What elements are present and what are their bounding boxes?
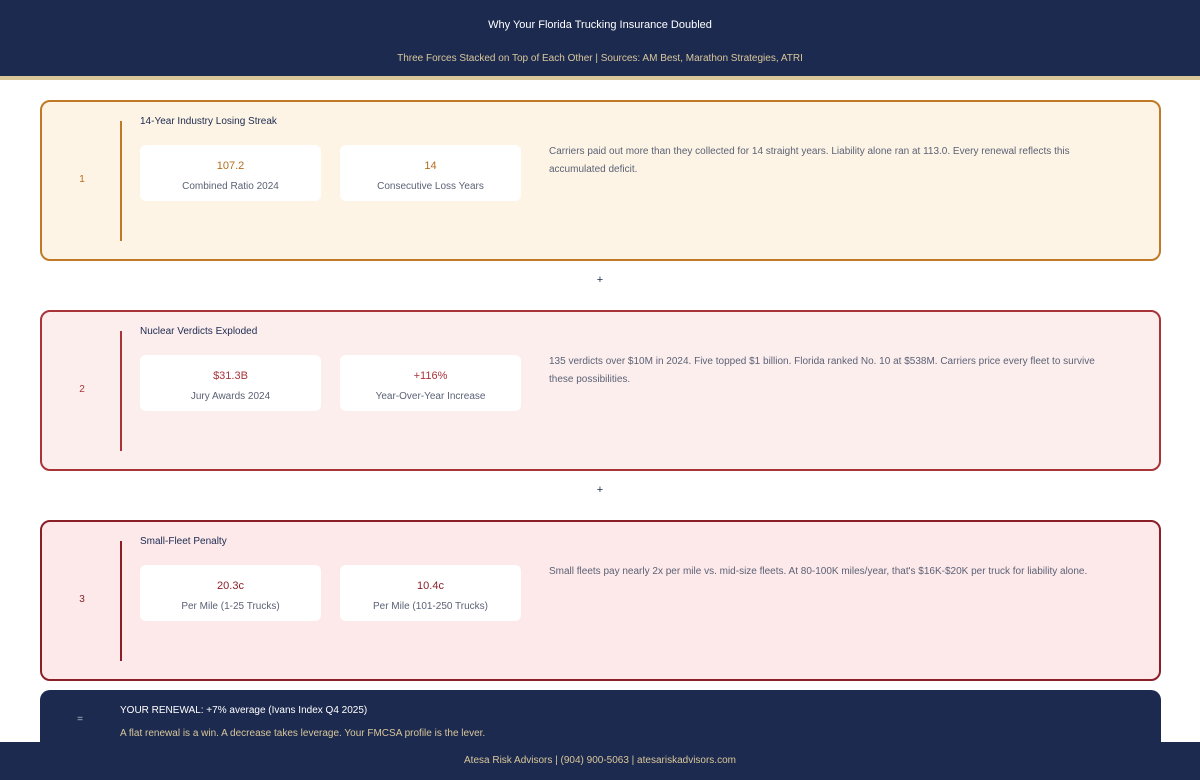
page-subtitle: Three Forces Stacked on Top of Each Othe… (397, 53, 803, 64)
page-header: Why Your Florida Trucking Insurance Doub… (0, 0, 1200, 80)
stat-box: 20.3c Per Mile (1-25 Trucks) (140, 565, 321, 621)
card-number: 1 (79, 174, 85, 185)
stat-value: 10.4c (417, 580, 444, 592)
card-description: Small fleets pay nearly 2x per mile vs. … (549, 566, 1088, 577)
stat-label: Per Mile (101-250 Trucks) (372, 601, 489, 612)
stat-value: 20.3c (217, 580, 244, 592)
card-accent-bar (120, 331, 122, 451)
card-number: 3 (79, 594, 85, 605)
card-accent-bar (120, 541, 122, 661)
force-card-nuclear-verdicts: 2 Nuclear Verdicts Exploded $31.3B Jury … (40, 310, 1161, 471)
stat-label: Combined Ratio 2024 (182, 181, 279, 192)
stat-value: $31.3B (213, 370, 248, 382)
card-title: Nuclear Verdicts Exploded (140, 326, 258, 337)
force-card-small-fleet-penalty: 3 Small-Fleet Penalty 20.3c Per Mile (1-… (40, 520, 1161, 681)
renewal-title: YOUR RENEWAL: +7% average (Ivans Index Q… (120, 705, 368, 716)
plus-operator: + (596, 274, 604, 286)
stat-label: Jury Awards 2024 (190, 391, 271, 402)
footer-contact: Atesa Risk Advisors | (904) 900-5063 | a… (464, 755, 736, 766)
stat-value: 14 (424, 160, 437, 172)
stat-value: 107.2 (216, 160, 245, 172)
renewal-subtitle: A flat renewal is a win. A decrease take… (120, 728, 486, 739)
card-title: Small-Fleet Penalty (140, 536, 227, 547)
stat-box: 10.4c Per Mile (101-250 Trucks) (340, 565, 521, 621)
card-accent-bar (120, 121, 122, 241)
page-title: Why Your Florida Trucking Insurance Doub… (488, 19, 712, 31)
card-description: Carriers paid out more than they collect… (549, 146, 1070, 175)
stat-box: $31.3B Jury Awards 2024 (140, 355, 321, 411)
stat-box: +116% Year-Over-Year Increase (340, 355, 521, 411)
equals-operator: = (77, 714, 83, 725)
stat-label: Per Mile (1-25 Trucks) (181, 601, 280, 612)
card-description: 135 verdicts over $10M in 2024. Five top… (549, 356, 1095, 385)
force-card-losing-streak: 1 14-Year Industry Losing Streak 107.2 C… (40, 100, 1161, 261)
stat-box: 14 Consecutive Loss Years (340, 145, 521, 201)
card-number: 2 (79, 384, 85, 395)
stat-label: Year-Over-Year Increase (375, 391, 486, 402)
stat-box: 107.2 Combined Ratio 2024 (140, 145, 321, 201)
card-title: 14-Year Industry Losing Streak (140, 116, 277, 127)
plus-operator: + (596, 484, 604, 496)
stat-value: +116% (413, 370, 448, 382)
stat-label: Consecutive Loss Years (377, 181, 484, 192)
page-footer: Atesa Risk Advisors | (904) 900-5063 | a… (0, 742, 1200, 780)
